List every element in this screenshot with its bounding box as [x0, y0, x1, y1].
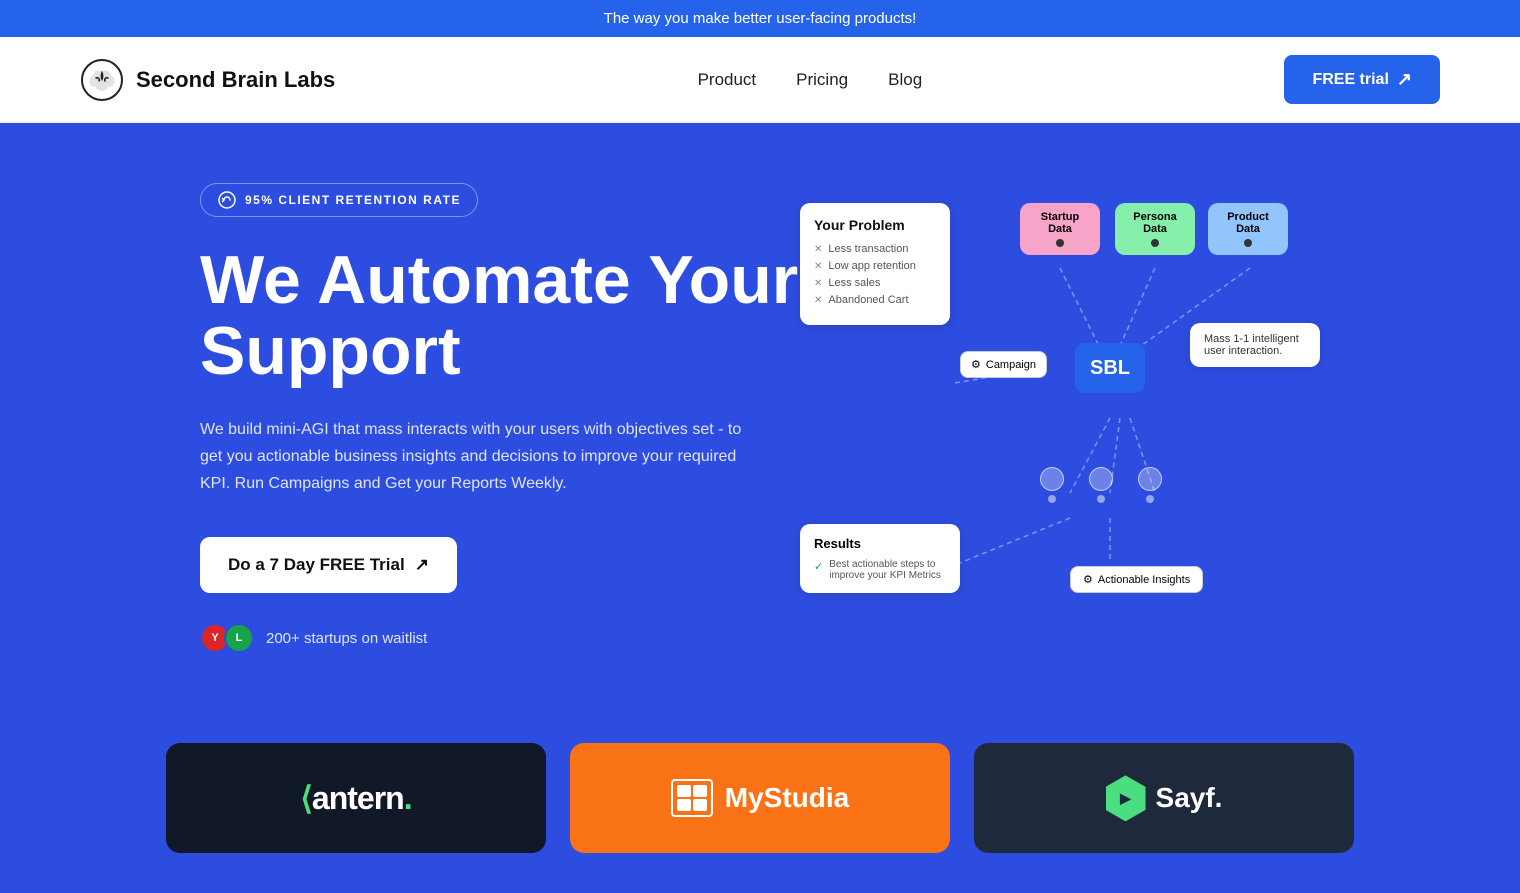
free-trial-button[interactable]: FREE trial ↗	[1284, 55, 1440, 104]
refresh-icon	[217, 190, 237, 210]
waitlist-row: Y L 200+ startups on waitlist	[200, 623, 798, 653]
mystudia-logo-card: MyStudia	[570, 743, 950, 853]
avatar-2: L	[224, 623, 254, 653]
arrow-icon: ↗	[1397, 69, 1412, 90]
problem-item-4: ✕ Abandoned Cart	[814, 294, 936, 306]
nav-product[interactable]: Product	[698, 70, 757, 90]
mystudia-logo: MyStudia	[671, 779, 849, 817]
user-dot	[1048, 495, 1056, 503]
actionable-insights-node: ⚙ Actionable Insights	[1070, 566, 1203, 593]
sayf-logo: ▶ Sayf.	[1106, 775, 1223, 821]
product-label: ProductData	[1220, 211, 1276, 235]
hero-title: We Automate Your Support	[200, 245, 798, 388]
results-card: Results ✓ Best actionable steps to impro…	[800, 524, 960, 593]
logo-area: Second Brain Labs	[80, 58, 335, 102]
persona-label: PersonaData	[1127, 211, 1183, 235]
avatar-group: Y L	[200, 623, 254, 653]
nav-blog[interactable]: Blog	[888, 70, 922, 90]
retention-badge: 95% CLIENT RETENTION RATE	[200, 183, 478, 217]
navbar: Second Brain Labs Product Pricing Blog F…	[0, 37, 1520, 123]
check-icon: ✓	[814, 560, 823, 573]
sbl-node: SBL	[1075, 343, 1145, 393]
user-circle	[1138, 467, 1162, 491]
results-title: Results	[814, 536, 946, 551]
sayf-hex-icon: ▶	[1106, 775, 1146, 821]
badge-text: 95% CLIENT RETENTION RATE	[245, 193, 461, 207]
sayf-logo-card: ▶ Sayf.	[974, 743, 1354, 853]
problem-item-2: ✕ Low app retention	[814, 260, 936, 272]
x-icon: ✕	[814, 278, 822, 289]
user-icon-3	[1138, 467, 1162, 503]
waitlist-text: 200+ startups on waitlist	[266, 630, 427, 647]
your-problem-title: Your Problem	[814, 217, 936, 233]
hero-description: We build mini-AGI that mass interacts wi…	[200, 416, 760, 498]
startup-data-card: StartupData	[1020, 203, 1100, 255]
campaign-node: ⚙ Campaign	[960, 351, 1047, 378]
results-item: ✓ Best actionable steps to improve your …	[814, 559, 946, 581]
user-icon-2	[1089, 467, 1113, 503]
arrow-icon: ↗	[415, 555, 429, 575]
logo-text: Second Brain Labs	[136, 67, 335, 93]
sayf-text: Sayf.	[1156, 782, 1223, 814]
x-icon: ✕	[814, 261, 822, 272]
x-icon: ✕	[814, 244, 822, 255]
campaign-icon: ⚙	[971, 358, 981, 371]
card-dot	[1056, 239, 1064, 247]
antern-logo-card: ⟨antern.	[166, 743, 546, 853]
user-icons-row	[1040, 467, 1162, 503]
user-dot	[1146, 495, 1154, 503]
mystudia-text: MyStudia	[725, 782, 849, 814]
brain-icon	[80, 58, 124, 102]
hero-diagram: Your Problem ✕ Less transaction ✕ Low ap…	[800, 203, 1320, 623]
problem-item-1: ✕ Less transaction	[814, 243, 936, 255]
top-banner: The way you make better user-facing prod…	[0, 0, 1520, 37]
user-circle	[1089, 467, 1113, 491]
nav-links: Product Pricing Blog	[698, 70, 923, 90]
your-problem-card: Your Problem ✕ Less transaction ✕ Low ap…	[800, 203, 950, 325]
user-dot	[1097, 495, 1105, 503]
card-dot	[1151, 239, 1159, 247]
hero-section: 95% CLIENT RETENTION RATE We Automate Yo…	[120, 123, 1400, 713]
trial-button[interactable]: Do a 7 Day FREE Trial ↗	[200, 537, 457, 593]
insights-icon: ⚙	[1083, 573, 1093, 586]
problem-item-3: ✕ Less sales	[814, 277, 936, 289]
card-dot	[1244, 239, 1252, 247]
persona-data-card: PersonaData	[1115, 203, 1195, 255]
product-data-card: ProductData	[1208, 203, 1288, 255]
banner-text: The way you make better user-facing prod…	[604, 10, 917, 27]
logos-section: ⟨antern. MyStudia ▶ Sayf.	[60, 713, 1460, 893]
startup-label: StartupData	[1032, 211, 1088, 235]
nav-pricing[interactable]: Pricing	[796, 70, 848, 90]
antern-logo: ⟨antern.	[300, 779, 411, 817]
x-icon: ✕	[814, 295, 822, 306]
hero-left: 95% CLIENT RETENTION RATE We Automate Yo…	[200, 183, 798, 713]
user-circle	[1040, 467, 1064, 491]
user-icon-1	[1040, 467, 1064, 503]
mass-interaction-card: Mass 1-1 intelligent user interaction.	[1190, 323, 1320, 367]
ms-icon	[671, 779, 713, 817]
logos-row: ⟨antern. MyStudia ▶ Sayf.	[60, 743, 1460, 853]
